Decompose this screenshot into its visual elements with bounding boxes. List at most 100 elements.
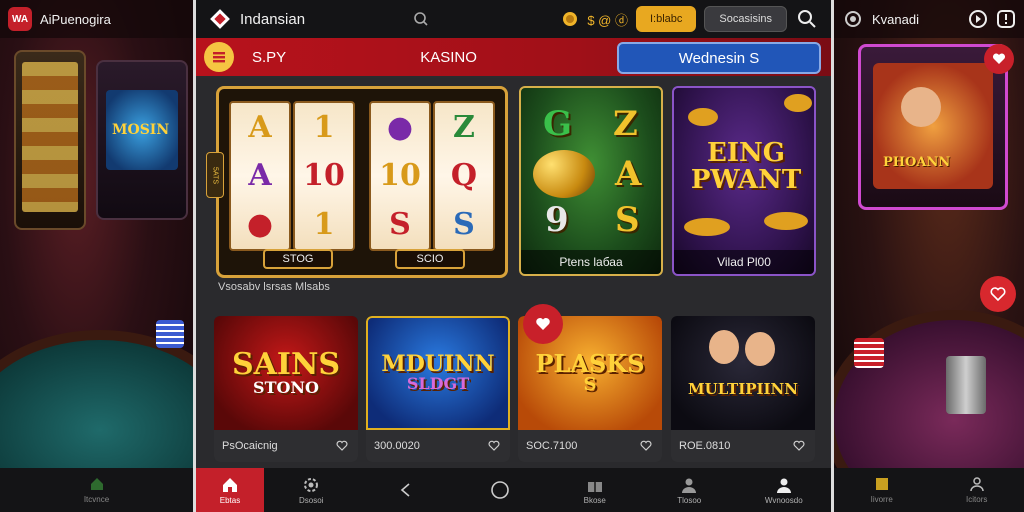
section-note: Vsosabv lsrsas Mlsabs xyxy=(218,281,330,293)
favorite-button[interactable] xyxy=(334,438,350,454)
secondary-button[interactable]: Socasisins xyxy=(704,6,787,32)
reel-symbol: A xyxy=(248,109,272,145)
card-caption: Ptens lабаа xyxy=(521,250,661,274)
app-logo[interactable] xyxy=(208,8,232,30)
green-slot-card[interactable]: G Z A 9 S Ptens lабаа xyxy=(519,86,663,276)
right-app-header: Kvanadi xyxy=(834,0,1024,38)
nav-system-home[interactable] xyxy=(453,468,548,512)
menu-icon xyxy=(213,52,225,63)
slot-label: STOG xyxy=(263,249,333,269)
deposit-button[interactable]: I:blabc xyxy=(636,6,697,32)
purple-slot-card[interactable]: EING PWANT Vilad Pl00 xyxy=(672,86,816,276)
slot-machine-image: MOSIN xyxy=(96,60,188,220)
category-menu-button[interactable] xyxy=(204,42,234,72)
game-tile[interactable]: MULTIPIINN ROE.0810 xyxy=(671,316,815,462)
card-symbol: 9 xyxy=(545,200,569,240)
coin-image xyxy=(684,218,730,236)
right-nav-label: Icitors xyxy=(966,495,988,504)
main-content: A A ● 1 10 1 ● 10 S Z Q S STOG SCIO 5ATS… xyxy=(196,78,831,468)
left-nav-label: Itcvnce xyxy=(83,495,110,504)
reel-symbol: A xyxy=(248,158,272,194)
favorite-button[interactable] xyxy=(638,438,654,454)
gift-icon xyxy=(587,481,602,492)
game-tile[interactable]: SAINS STONO PsOcaicnig xyxy=(214,316,358,462)
search-small-button[interactable] xyxy=(409,7,433,31)
nav-profile[interactable]: Wvnoosdo xyxy=(737,468,832,512)
card-symbol: G xyxy=(543,104,573,144)
left-background-panel: WA AiPuenogira MOSIN Itcvnce xyxy=(0,0,193,512)
phone-screen: Indansian $ @ ⓓ I:blabc Socasisins S.PY … xyxy=(193,0,834,512)
heart-icon xyxy=(992,53,1006,64)
card-symbol: Z xyxy=(613,104,638,144)
reel-symbol: ● xyxy=(386,109,414,145)
chip-stack-image xyxy=(156,320,184,348)
nav-label: Dsosoi xyxy=(299,495,324,505)
nav-label: Wvnoosdo xyxy=(764,495,803,505)
favorite-badge[interactable] xyxy=(984,44,1014,74)
game-subtitle-text: SLDGT xyxy=(406,374,470,394)
game-title-text: MDUINN xyxy=(381,351,495,378)
nav-home[interactable]: Ebtas xyxy=(196,468,264,512)
nav-label: Ebtas xyxy=(219,495,241,505)
tab-kasino[interactable]: KASINO xyxy=(408,49,489,66)
alert-icon[interactable] xyxy=(996,9,1016,29)
game-meta: ROE.0810 xyxy=(671,430,815,462)
favorite-badge[interactable] xyxy=(523,304,563,344)
heart-icon xyxy=(336,440,348,451)
home-icon xyxy=(90,478,103,490)
slot-label: SCIO xyxy=(395,249,465,269)
favorite-badge[interactable] xyxy=(980,276,1016,312)
game-subtitle-text: STONO xyxy=(253,378,319,398)
game-title-text: MULTIPIINN xyxy=(688,380,798,398)
gear-icon[interactable] xyxy=(842,8,864,30)
game-tile[interactable]: MDUINN SLDGT 300.0020 xyxy=(366,316,510,462)
reel-symbol: 1 xyxy=(313,109,335,145)
tab-active[interactable]: Wednesin S xyxy=(617,42,821,74)
game-meta-text: SOC.7100 xyxy=(526,440,578,452)
favorite-button[interactable] xyxy=(486,438,502,454)
game-title: PLASKS S xyxy=(535,351,644,395)
slot-machine-image: PHOANN xyxy=(858,44,1008,210)
app-name: Indansian xyxy=(240,10,306,28)
reel-symbol: 10 xyxy=(303,158,345,194)
coin-image xyxy=(764,212,808,230)
slot-reel: ● 10 S xyxy=(369,101,431,251)
favorite-button[interactable] xyxy=(791,438,807,454)
diamond-logo-icon xyxy=(210,9,230,29)
record-icon[interactable] xyxy=(968,9,988,29)
featured-slot-card[interactable]: A A ● 1 10 1 ● 10 S Z Q S STOG SCIO xyxy=(216,86,508,278)
left-app-header: WA AiPuenogira xyxy=(0,0,193,38)
reel-symbol: Q xyxy=(450,158,478,194)
game-subtitle-text: S xyxy=(583,374,597,396)
user-icon xyxy=(969,477,984,492)
nav-label: Bkose xyxy=(583,495,606,505)
game-title-text: PLASKS xyxy=(535,348,645,378)
right-nav-profile[interactable]: Icitors xyxy=(966,476,987,504)
nav-back[interactable] xyxy=(359,468,454,512)
cup-image xyxy=(946,356,986,414)
right-nav-label: Iivorre xyxy=(870,495,893,504)
right-nav-games[interactable]: Iivorre xyxy=(871,476,893,504)
slot-reel: Z Q S xyxy=(433,101,495,251)
side-tag: 5ATS xyxy=(206,152,224,198)
back-icon xyxy=(400,483,410,497)
tab-spy[interactable]: S.PY xyxy=(240,49,298,66)
coin-image xyxy=(784,94,812,112)
nav-gift[interactable]: Bkose xyxy=(548,468,643,512)
left-nav-home[interactable]: Itcvnce xyxy=(84,476,109,504)
coin-pile-image xyxy=(533,150,595,198)
reel-symbol: ● xyxy=(246,207,274,243)
left-bottom-nav: Itcvnce xyxy=(0,468,193,512)
search-button[interactable] xyxy=(795,7,819,31)
reel-symbol: S xyxy=(389,207,411,243)
settings-icon xyxy=(304,477,319,492)
coin-balance: $ @ ⓓ xyxy=(587,12,628,28)
right-bottom-nav: Iivorre Icitors xyxy=(834,468,1024,512)
nav-user[interactable]: Tlosoo xyxy=(642,468,737,512)
reel-symbol: Z xyxy=(453,109,475,145)
slot-reel: 1 10 1 xyxy=(293,101,355,251)
game-meta: PsOcaicnig xyxy=(214,430,358,462)
nav-settings[interactable]: Dsosoi xyxy=(264,468,359,512)
game-art: MDUINN SLDGT xyxy=(366,316,510,430)
search-icon xyxy=(798,10,816,28)
